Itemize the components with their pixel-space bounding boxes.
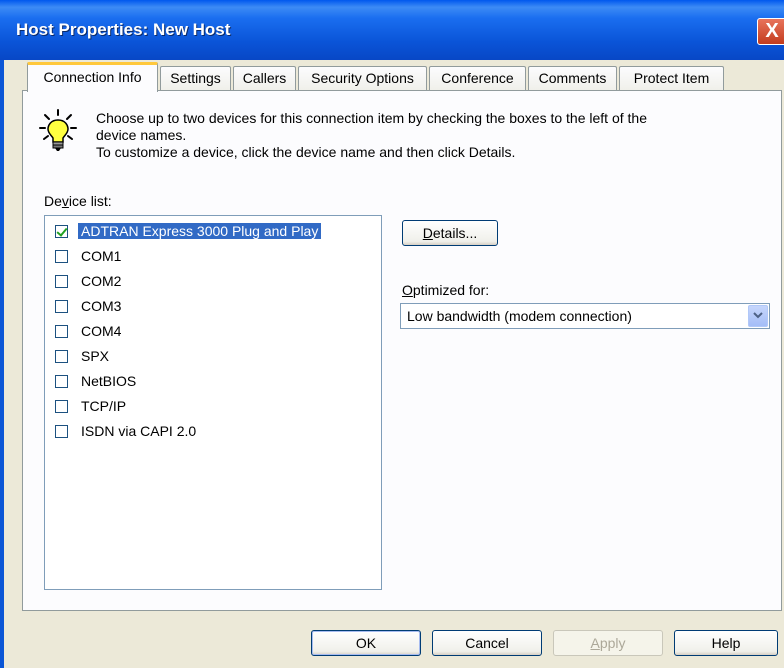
tab-callers[interactable]: Callers bbox=[233, 66, 296, 90]
tab-comments[interactable]: Comments bbox=[528, 66, 617, 90]
device-checkbox-com2[interactable] bbox=[55, 274, 68, 288]
optimized-for-label: Optimized for: bbox=[402, 282, 490, 298]
device-label-tcpip[interactable]: TCP/IP bbox=[78, 398, 129, 414]
device-checkbox-netbios[interactable] bbox=[55, 374, 68, 388]
device-item-adtran[interactable]: ADTRAN Express 3000 Plug and Play bbox=[55, 221, 322, 241]
tab-settings[interactable]: Settings bbox=[160, 66, 231, 90]
optimized-for-value: Low bandwidth (modem connection) bbox=[407, 308, 632, 324]
dropdown-button[interactable] bbox=[748, 305, 768, 327]
window-title: Host Properties: New Host bbox=[16, 20, 231, 39]
tab-protect-item[interactable]: Protect Item bbox=[619, 66, 724, 90]
device-item-netbios[interactable]: NetBIOS bbox=[55, 371, 139, 391]
ok-button[interactable]: OK bbox=[311, 630, 421, 656]
window-left-border bbox=[0, 60, 4, 668]
instructions-text: Choose up to two devices for this connec… bbox=[96, 110, 746, 161]
device-checkbox-spx[interactable] bbox=[55, 349, 68, 363]
instructions-line-2: device names. bbox=[96, 127, 187, 143]
close-icon: X bbox=[765, 20, 779, 42]
device-checkbox-com1[interactable] bbox=[55, 249, 68, 263]
device-item-com1[interactable]: COM1 bbox=[55, 246, 124, 266]
device-label-isdn[interactable]: ISDN via CAPI 2.0 bbox=[78, 423, 199, 439]
device-item-tcpip[interactable]: TCP/IP bbox=[55, 396, 129, 416]
device-label-spx[interactable]: SPX bbox=[78, 348, 112, 364]
device-label-com2[interactable]: COM2 bbox=[78, 273, 124, 289]
device-checkbox-isdn[interactable] bbox=[55, 424, 68, 438]
instructions-line-3: To customize a device, click the device … bbox=[96, 144, 516, 160]
device-checkbox-com3[interactable] bbox=[55, 299, 68, 313]
instructions-line-1: Choose up to two devices for this connec… bbox=[96, 110, 647, 126]
device-checkbox-tcpip[interactable] bbox=[55, 399, 68, 413]
device-item-com2[interactable]: COM2 bbox=[55, 271, 124, 291]
device-checkbox-com4[interactable] bbox=[55, 324, 68, 338]
apply-button[interactable]: Apply bbox=[553, 630, 663, 656]
device-list[interactable]: ADTRAN Express 3000 Plug and Play COM1 C… bbox=[44, 215, 382, 590]
device-checkbox-adtran[interactable] bbox=[55, 224, 68, 238]
chevron-down-icon bbox=[753, 312, 763, 319]
tab-security-options[interactable]: Security Options bbox=[298, 66, 427, 90]
help-button[interactable]: Help bbox=[674, 630, 778, 656]
tab-conference[interactable]: Conference bbox=[429, 66, 526, 90]
details-button[interactable]: Details... bbox=[402, 220, 498, 246]
device-label-com4[interactable]: COM4 bbox=[78, 323, 124, 339]
optimized-for-select[interactable]: Low bandwidth (modem connection) bbox=[400, 303, 770, 329]
tab-connection-info[interactable]: Connection Info bbox=[27, 62, 158, 92]
device-item-spx[interactable]: SPX bbox=[55, 346, 112, 366]
cancel-button[interactable]: Cancel bbox=[432, 630, 542, 656]
device-item-com3[interactable]: COM3 bbox=[55, 296, 124, 316]
device-list-label: Device list: bbox=[44, 193, 112, 209]
device-label-adtran[interactable]: ADTRAN Express 3000 Plug and Play bbox=[78, 223, 322, 239]
close-button[interactable]: X bbox=[757, 18, 784, 45]
device-item-com4[interactable]: COM4 bbox=[55, 321, 124, 341]
device-label-netbios[interactable]: NetBIOS bbox=[78, 373, 139, 389]
lightbulb-icon bbox=[38, 108, 78, 154]
device-item-isdn[interactable]: ISDN via CAPI 2.0 bbox=[55, 421, 199, 441]
device-label-com1[interactable]: COM1 bbox=[78, 248, 124, 264]
title-bar[interactable]: Host Properties: New Host X bbox=[0, 0, 784, 60]
device-label-com3[interactable]: COM3 bbox=[78, 298, 124, 314]
